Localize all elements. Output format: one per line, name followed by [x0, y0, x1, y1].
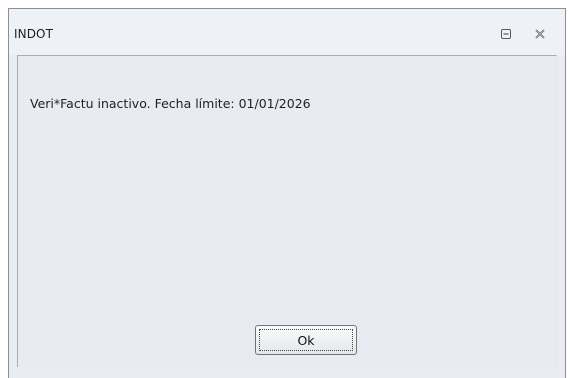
restore-icon [501, 29, 511, 39]
close-icon [535, 29, 545, 39]
title-bar[interactable]: INDOT [9, 9, 565, 55]
close-button[interactable] [531, 25, 549, 43]
ok-button-label: Ok [259, 329, 353, 351]
message-text: Veri*Factu inactivo. Fecha límite: 01/01… [30, 96, 311, 111]
dialog-body: Veri*Factu inactivo. Fecha límite: 01/01… [17, 55, 557, 367]
restore-button[interactable] [497, 25, 515, 43]
window-title: INDOT [14, 27, 54, 41]
dialog-window: INDOT Veri*Factu inactivo. Fecha límite:… [8, 8, 566, 378]
ok-button[interactable]: Ok [255, 325, 357, 355]
